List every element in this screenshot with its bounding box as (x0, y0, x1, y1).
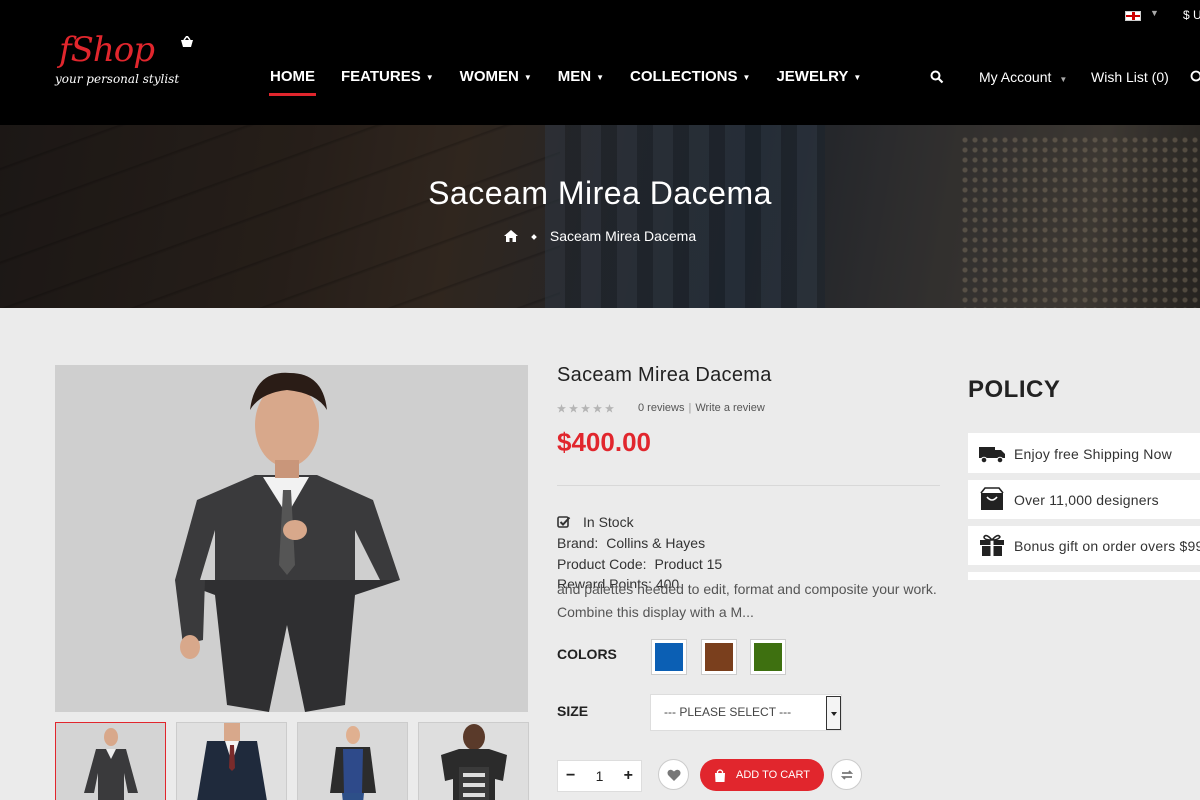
write-review-link[interactable]: Write a review (695, 402, 764, 414)
thumbnail-1[interactable] (55, 722, 166, 800)
shopping-bag-icon (715, 768, 725, 782)
breadcrumb-current: Saceam Mirea Dacema (549, 228, 697, 244)
currency-selector[interactable]: $ U (1183, 8, 1200, 22)
swatch-fill (655, 643, 683, 671)
checkbox-check-icon (557, 516, 571, 528)
policy-item-shipping: Enjoy free Shipping Now (968, 434, 1200, 473)
reviews-separator: | (688, 402, 692, 414)
banner-overlay (0, 125, 1200, 308)
breadcrumb: Saceam Mirea Dacema (0, 228, 1200, 244)
truck-icon (979, 447, 1005, 464)
nav-item-men[interactable]: MEN ▼ (558, 68, 604, 85)
logo-text: fShop (59, 30, 155, 70)
quantity-increase-button[interactable]: + (624, 767, 633, 785)
chevron-down-icon: ▼ (523, 72, 532, 82)
size-label: SIZE (557, 703, 589, 719)
nav-item-women[interactable]: WOMEN ▼ (460, 68, 532, 85)
thumbnail-navy-suit-image (177, 723, 286, 800)
thumbnail-casual-image (298, 723, 407, 800)
site-logo[interactable]: fShop your personal stylist (55, 30, 205, 90)
product-code-row: Product Code: Product 15 (557, 556, 722, 572)
price-divider (557, 485, 940, 486)
product-code-value: Product 15 (654, 556, 723, 572)
quantity-decrease-button[interactable]: − (566, 767, 575, 785)
swatch-fill (705, 643, 733, 671)
brand-label: Brand: (557, 535, 599, 551)
policy-separator (968, 565, 1200, 572)
basket-icon (181, 36, 193, 47)
compare-arrows-icon (840, 770, 854, 780)
search-icon[interactable] (930, 70, 944, 84)
add-to-cart-button[interactable]: ADD TO CART (700, 759, 824, 791)
policy-title: POLICY (968, 376, 1061, 403)
thumbnail-3[interactable] (297, 722, 408, 800)
color-swatch-blue[interactable] (651, 639, 687, 675)
star-icon (581, 404, 590, 413)
nav-item-features[interactable]: FEATURES ▼ (341, 68, 434, 85)
cart-search-icon[interactable] (1190, 70, 1200, 84)
colors-label: COLORS (557, 646, 617, 662)
nav-item-collections[interactable]: COLLECTIONS ▼ (630, 68, 750, 85)
wishlist-button[interactable] (658, 759, 689, 790)
star-icon (569, 404, 578, 413)
quantity-input[interactable]: 1 (596, 768, 604, 784)
product-code-label: Product Code: (557, 556, 647, 572)
compare-button[interactable] (831, 759, 862, 790)
swatch-fill (754, 643, 782, 671)
nav-item-home[interactable]: HOME (269, 68, 316, 96)
my-account-link[interactable]: My Account ▼ (979, 69, 1067, 85)
stock-status: In Stock (557, 514, 634, 530)
logo-tagline: your personal stylist (55, 72, 180, 86)
product-description: and palettes needed to edit, format and … (557, 581, 937, 620)
policy-separator (968, 519, 1200, 526)
main-nav: HOME FEATURES ▼ WOMEN ▼ MEN ▼ COLLECTIONS ▼ … (269, 68, 887, 96)
policy-separator (968, 473, 1200, 480)
star-icon (557, 404, 566, 413)
size-select[interactable]: --- PLEASE SELECT --- (650, 694, 842, 731)
language-flag-icon[interactable] (1125, 11, 1141, 21)
breadcrumb-separator (531, 234, 537, 240)
star-icon (605, 404, 614, 413)
color-swatch-green[interactable] (750, 639, 786, 675)
chevron-down-icon: ▼ (596, 72, 605, 82)
chevron-down-icon: ▼ (425, 72, 434, 82)
wishlist-link[interactable]: Wish List (0) (1091, 69, 1169, 85)
page-title: Saceam Mirea Dacema (428, 175, 772, 211)
product-price: $400.00 (557, 427, 651, 457)
chevron-down-icon: ▼ (1059, 75, 1068, 84)
quantity-stepper: − 1 + (557, 760, 642, 792)
gift-icon (980, 534, 1004, 556)
nav-item-jewelry[interactable]: JEWELRY ▼ (776, 68, 861, 85)
reviews-links: 0 reviews | Write a review (638, 402, 765, 414)
page-banner: Saceam Mirea Dacema Saceam Mirea Dacema (0, 125, 1200, 308)
product-thumbnails (55, 722, 529, 800)
product-main-image[interactable] (55, 365, 528, 712)
heart-icon (667, 769, 681, 781)
reviews-count-link[interactable]: 0 reviews (638, 402, 684, 414)
bag-icon (980, 487, 1004, 510)
thumbnail-4[interactable] (418, 722, 529, 800)
chevron-down-icon: ▼ (742, 72, 751, 82)
rating-stars (557, 404, 614, 413)
brand-row: Brand: Collins & Hayes (557, 535, 705, 551)
thumbnail-2[interactable] (176, 722, 287, 800)
policy-item-gift: Bonus gift on order overs $99 (968, 526, 1200, 565)
product-title: Saceam Mirea Dacema (557, 364, 772, 386)
color-swatch-brown[interactable] (701, 639, 737, 675)
brand-link[interactable]: Collins & Hayes (606, 535, 705, 551)
chevron-down-icon: ▼ (853, 72, 862, 82)
thumbnail-tshirt-image (419, 723, 528, 800)
language-caret-icon[interactable]: ▼ (1150, 8, 1159, 18)
star-icon (593, 404, 602, 413)
policy-item-designers: Over 11,000 designers (968, 480, 1200, 519)
man-in-suit-image (55, 365, 528, 712)
site-header: fShop your personal stylist ▼ $ U HOME F… (0, 0, 1200, 125)
select-arrow-icon[interactable] (826, 696, 841, 730)
thumbnail-grey-suit-image (56, 723, 165, 800)
home-icon[interactable] (503, 230, 518, 242)
